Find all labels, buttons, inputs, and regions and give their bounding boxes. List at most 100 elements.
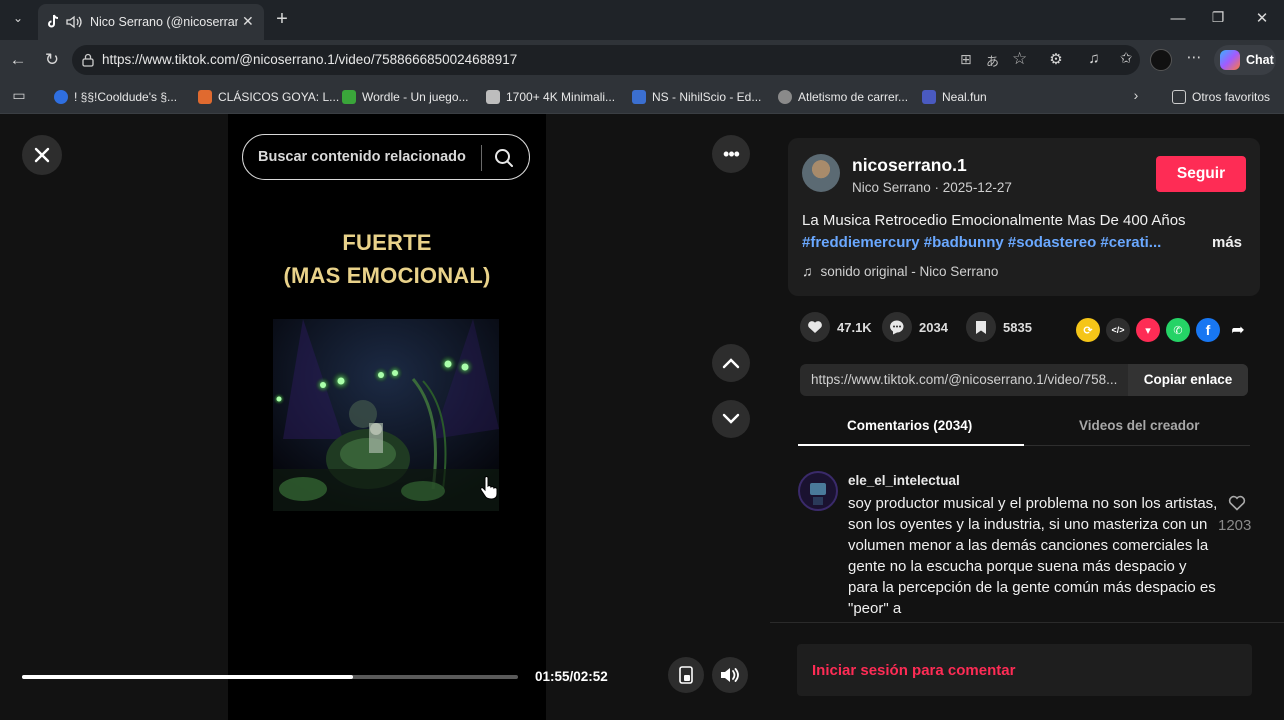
reload-icon[interactable]: ↻ — [42, 50, 62, 70]
bookmark-favicon-icon — [922, 90, 936, 104]
comment-like-icon[interactable] — [1228, 495, 1246, 511]
bookmark-favicon-icon — [198, 90, 212, 104]
sound-label: sonido original - Nico Serrano — [820, 263, 999, 279]
search-divider — [481, 145, 482, 171]
speaker-icon[interactable] — [66, 15, 84, 29]
whatsapp-icon[interactable]: ✆ — [1166, 318, 1190, 342]
tab-comments[interactable]: Comentarios (2034) — [847, 418, 972, 433]
bookmark-favicon-icon — [778, 90, 792, 104]
facebook-icon[interactable]: f — [1196, 318, 1220, 342]
bookmark-icon — [966, 312, 996, 342]
panel-tabs: Comentarios (2034) Videos del creador — [798, 404, 1250, 446]
media-control-icon[interactable]: ♫ — [1084, 50, 1104, 67]
commenter-avatar[interactable] — [798, 471, 838, 511]
url-field[interactable]: https://www.tiktok.com/@nicoserrano.1/vi… — [72, 45, 1140, 75]
repost-icon[interactable]: ⟳ — [1076, 318, 1100, 342]
video-progress-fill — [22, 675, 354, 679]
chevron-down-icon — [722, 413, 740, 424]
post-hashtags[interactable]: #freddiemercury #badbunny #sodastereo #c… — [802, 234, 1168, 251]
url-text: https://www.tiktok.com/@nicoserrano.1/vi… — [102, 52, 518, 67]
next-video-button[interactable] — [712, 400, 750, 438]
bookmark-item[interactable]: ! §§!Cooldude's §... — [54, 88, 177, 106]
minimize-icon[interactable]: — — [1168, 10, 1188, 27]
video-timecode: 01:55/02:52 — [535, 669, 608, 684]
previous-video-button[interactable] — [712, 344, 750, 382]
follow-button[interactable]: Seguir — [1156, 156, 1246, 192]
more-menu-icon[interactable]: ⋯ — [1184, 48, 1204, 66]
app-available-icon[interactable]: ⊞ — [960, 51, 972, 68]
bookmarks-overflow-chevron-icon[interactable]: › — [1128, 87, 1144, 103]
search-icon[interactable] — [494, 148, 514, 168]
search-placeholder: Buscar contenido relacionado — [258, 149, 466, 165]
maximize-icon[interactable]: ❐ — [1208, 9, 1228, 26]
folder-icon — [1172, 90, 1186, 104]
login-to-comment-button[interactable]: Iniciar sesión para comentar — [797, 644, 1252, 696]
bookmark-favicon-icon — [342, 90, 356, 104]
post-info-card: nicoserrano.1 Nico Serrano · 2025-12-27 … — [788, 138, 1260, 296]
creator-avatar[interactable] — [802, 154, 840, 192]
bookmarks-bar: ▭ ! §§!Cooldude's §... CLÁSICOS GOYA: L.… — [0, 80, 1284, 114]
chevron-up-icon — [722, 358, 740, 369]
bookmark-item[interactable]: Atletismo de carrer... — [778, 88, 908, 106]
tab-title: Nico Serrano (@nicoserrano.1 — [90, 15, 238, 29]
share-link-text[interactable]: https://www.tiktok.com/@nicoserrano.1/vi… — [811, 372, 1127, 387]
save-stat[interactable]: 5835 — [966, 312, 1032, 342]
tab-close-icon[interactable]: ✕ — [242, 13, 254, 30]
like-stat[interactable]: 47.1K — [800, 312, 872, 342]
volume-icon — [721, 668, 739, 682]
bookmark-item[interactable]: Neal.fun — [922, 88, 987, 106]
back-icon[interactable]: ← — [8, 50, 28, 70]
copilot-icon — [1220, 50, 1240, 70]
related-search-input[interactable]: Buscar contenido relacionado — [242, 134, 530, 180]
bookmark-item[interactable]: 1700+ 4K Minimali... — [486, 88, 615, 106]
bookmark-item[interactable]: CLÁSICOS GOYA: L... — [198, 88, 339, 106]
save-count: 5835 — [1003, 319, 1032, 335]
more-link[interactable]: más — [1212, 234, 1242, 251]
chat-label: Chat — [1246, 53, 1274, 67]
active-tab-underline — [798, 444, 1024, 446]
tab-list-chevron-icon[interactable]: ⌄ — [8, 11, 28, 25]
sound-link[interactable]: ♫ sonido original - Nico Serrano — [802, 263, 998, 279]
tab-creator-videos[interactable]: Videos del creador — [1079, 418, 1200, 433]
creator-subline: Nico Serrano · 2025-12-27 — [852, 180, 1012, 195]
login-prompt: Iniciar sesión para comentar — [812, 662, 1016, 679]
close-video-button[interactable] — [22, 135, 62, 175]
new-tab-icon[interactable]: + — [272, 8, 292, 31]
floating-player-icon — [679, 666, 693, 684]
favorites-icon[interactable]: ✩ — [1116, 49, 1136, 67]
comment-login-bar: Iniciar sesión para comentar — [770, 622, 1284, 720]
tiktok-favicon-icon — [48, 14, 59, 28]
share-link-box: https://www.tiktok.com/@nicoserrano.1/vi… — [800, 364, 1248, 396]
other-favorites[interactable]: Otros favoritos — [1172, 88, 1270, 106]
heart-icon — [800, 312, 830, 342]
music-note-icon: ♫ — [802, 263, 813, 279]
collections-icon[interactable]: ▭ — [10, 87, 28, 104]
video-progress-bar[interactable] — [22, 675, 518, 679]
bookmark-item[interactable]: Wordle - Un juego... — [342, 88, 469, 106]
favorite-star-icon[interactable]: ☆ — [1012, 49, 1027, 69]
more-dots-icon: ••• — [723, 143, 740, 164]
bookmark-favicon-icon — [632, 90, 646, 104]
send-icon[interactable]: ▾ — [1136, 318, 1160, 342]
close-window-icon[interactable]: ✕ — [1252, 9, 1272, 27]
embed-icon[interactable]: </> — [1106, 318, 1130, 342]
creator-username[interactable]: nicoserrano.1 — [852, 155, 967, 176]
share-arrow-icon[interactable]: ➦ — [1226, 318, 1250, 342]
copy-link-button[interactable]: Copiar enlace — [1128, 364, 1248, 396]
browser-tab[interactable]: Nico Serrano (@nicoserrano.1 ✕ — [38, 4, 264, 40]
translate-icon[interactable]: あ — [986, 51, 999, 70]
volume-button[interactable] — [712, 657, 748, 693]
more-options-button[interactable]: ••• — [712, 135, 750, 173]
profile-avatar[interactable] — [1150, 49, 1172, 71]
comment-item: ele_el_intelectual soy productor musical… — [798, 469, 1258, 619]
comment-stat[interactable]: 2034 — [882, 312, 948, 342]
address-toolbar: ← ↻ https://www.tiktok.com/@nicoserrano.… — [0, 40, 1284, 80]
extensions-icon[interactable]: ⚙ — [1046, 50, 1066, 68]
comment-icon — [882, 312, 912, 342]
commenter-username[interactable]: ele_el_intelectual — [848, 473, 960, 488]
bookmark-favicon-icon — [54, 90, 68, 104]
site-info-icon[interactable] — [81, 53, 95, 67]
floating-player-button[interactable] — [668, 657, 704, 693]
bookmark-item[interactable]: NS - NihilScio - Ed... — [632, 88, 761, 106]
copilot-chat-button[interactable]: Chat — [1214, 45, 1276, 75]
